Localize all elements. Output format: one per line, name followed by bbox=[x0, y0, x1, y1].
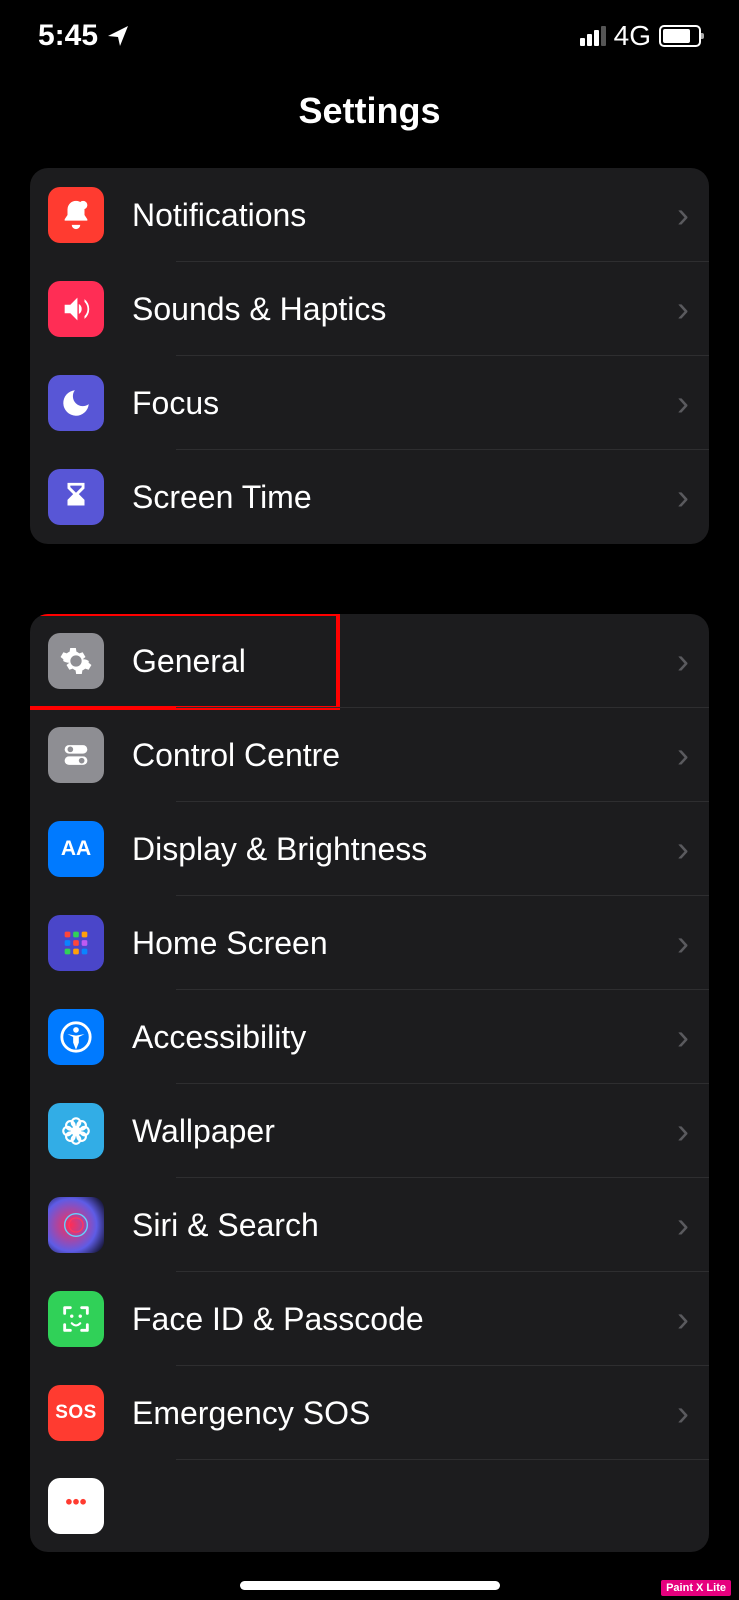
page-title: Settings bbox=[0, 90, 739, 132]
item-label: Wallpaper bbox=[132, 1113, 677, 1150]
chevron-right-icon: › bbox=[677, 1110, 689, 1152]
chevron-right-icon: › bbox=[677, 828, 689, 870]
chevron-right-icon: › bbox=[677, 194, 689, 236]
item-label: Focus bbox=[132, 385, 677, 422]
chevron-right-icon: › bbox=[677, 734, 689, 776]
apps-icon bbox=[48, 915, 104, 971]
settings-group-1: Notifications › Sounds & Haptics › Focus… bbox=[30, 168, 709, 544]
status-bar: 5:45 4G bbox=[0, 0, 739, 60]
settings-item-accessibility[interactable]: Accessibility › bbox=[30, 990, 709, 1084]
flower-icon bbox=[48, 1103, 104, 1159]
status-left: 5:45 bbox=[38, 19, 130, 53]
settings-item-siri[interactable]: Siri & Search › bbox=[30, 1178, 709, 1272]
partial-icon bbox=[48, 1478, 104, 1534]
watermark: Paint X Lite bbox=[661, 1580, 731, 1596]
settings-item-sos[interactable]: SOS Emergency SOS › bbox=[30, 1366, 709, 1460]
gear-icon bbox=[48, 633, 104, 689]
item-label: Display & Brightness bbox=[132, 831, 677, 868]
aa-icon: AA bbox=[48, 821, 104, 877]
settings-item-sounds[interactable]: Sounds & Haptics › bbox=[30, 262, 709, 356]
chevron-right-icon: › bbox=[677, 382, 689, 424]
item-label: Accessibility bbox=[132, 1019, 677, 1056]
item-label: Emergency SOS bbox=[132, 1395, 677, 1432]
chevron-right-icon: › bbox=[677, 922, 689, 964]
signal-icon bbox=[580, 26, 606, 46]
chevron-right-icon: › bbox=[677, 1298, 689, 1340]
bell-icon bbox=[48, 187, 104, 243]
hourglass-icon bbox=[48, 469, 104, 525]
item-label: Screen Time bbox=[132, 479, 677, 516]
item-label: Siri & Search bbox=[132, 1207, 677, 1244]
network-label: 4G bbox=[614, 20, 651, 52]
status-time: 5:45 bbox=[38, 19, 98, 53]
accessibility-icon bbox=[48, 1009, 104, 1065]
chevron-right-icon: › bbox=[677, 1204, 689, 1246]
home-indicator[interactable] bbox=[240, 1581, 500, 1590]
item-label: Control Centre bbox=[132, 737, 677, 774]
settings-item-general[interactable]: General › bbox=[30, 614, 709, 708]
settings-item-focus[interactable]: Focus › bbox=[30, 356, 709, 450]
settings-item-faceid[interactable]: Face ID & Passcode › bbox=[30, 1272, 709, 1366]
header: Settings bbox=[0, 60, 739, 168]
settings-item-notifications[interactable]: Notifications › bbox=[30, 168, 709, 262]
moon-icon bbox=[48, 375, 104, 431]
toggles-icon bbox=[48, 727, 104, 783]
settings-item-wallpaper[interactable]: Wallpaper › bbox=[30, 1084, 709, 1178]
chevron-right-icon: › bbox=[677, 1392, 689, 1434]
chevron-right-icon: › bbox=[677, 640, 689, 682]
item-label: Face ID & Passcode bbox=[132, 1301, 677, 1338]
settings-group-2: General › Control Centre › AA Display & … bbox=[30, 614, 709, 1552]
settings-item-homescreen[interactable]: Home Screen › bbox=[30, 896, 709, 990]
location-icon bbox=[106, 24, 130, 48]
chevron-right-icon: › bbox=[677, 1016, 689, 1058]
item-label: General bbox=[132, 643, 677, 680]
chevron-right-icon: › bbox=[677, 288, 689, 330]
settings-item-screentime[interactable]: Screen Time › bbox=[30, 450, 709, 544]
item-label: Home Screen bbox=[132, 925, 677, 962]
settings-item-partial[interactable] bbox=[30, 1460, 709, 1552]
sos-icon: SOS bbox=[48, 1385, 104, 1441]
settings-item-control-centre[interactable]: Control Centre › bbox=[30, 708, 709, 802]
siri-icon bbox=[48, 1197, 104, 1253]
speaker-icon bbox=[48, 281, 104, 337]
battery-icon bbox=[659, 25, 701, 47]
item-label: Notifications bbox=[132, 197, 677, 234]
faceid-icon bbox=[48, 1291, 104, 1347]
status-right: 4G bbox=[580, 20, 701, 52]
chevron-right-icon: › bbox=[677, 476, 689, 518]
settings-item-display[interactable]: AA Display & Brightness › bbox=[30, 802, 709, 896]
item-label: Sounds & Haptics bbox=[132, 291, 677, 328]
